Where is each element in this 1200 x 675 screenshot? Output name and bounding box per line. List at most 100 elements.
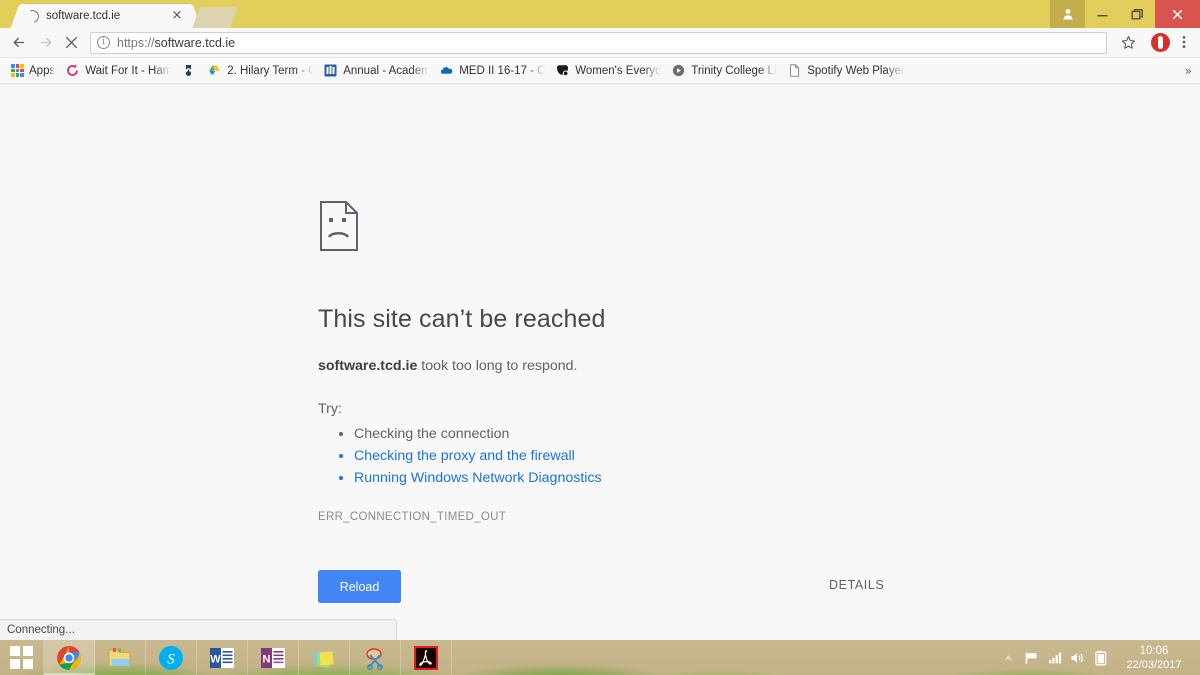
screen: software.tcd.ie × i https://software.tcd… (0, 0, 1200, 675)
taskbar-item-sticky-notes[interactable] (299, 640, 350, 675)
adobe-acrobat-icon (414, 645, 438, 670)
taskbar-item-skype[interactable]: S (146, 640, 197, 675)
start-button[interactable] (0, 640, 44, 675)
play-circle-icon (671, 63, 686, 78)
page-title: This site can’t be reached (318, 305, 606, 333)
suggestion-item-1[interactable]: Checking the proxy and the firewall (354, 445, 938, 467)
action-center-flag-icon[interactable] (1020, 640, 1043, 675)
tab-strip: software.tcd.ie × (0, 0, 1200, 28)
url-scheme: https:// (117, 35, 155, 50)
close-button[interactable] (1155, 0, 1200, 28)
windows-logo-icon (10, 646, 33, 669)
bookmark-item-4[interactable]: MED II 16-17 - OneDr (434, 61, 550, 81)
trinity-crest-icon (323, 63, 338, 78)
stop-x-icon (65, 36, 77, 49)
bookmark-item-7[interactable]: Spotify Web Player (782, 61, 910, 81)
tab-close-icon[interactable]: × (169, 8, 185, 24)
chrome-icon (57, 645, 81, 670)
address-bar[interactable]: i https://software.tcd.ie (90, 31, 1107, 54)
bookmark-item-5[interactable]: Women's Everyday Li (550, 61, 666, 81)
browser-toolbar: i https://software.tcd.ie (0, 28, 1200, 58)
bookmarks-overflow-button[interactable]: » (1185, 64, 1192, 78)
google-drive-icon (207, 63, 222, 78)
bookmark-label-3: Annual - Academic Re (343, 64, 430, 77)
url-host: software.tcd.ie (154, 35, 236, 50)
close-icon (1172, 9, 1183, 19)
file-explorer-icon (108, 647, 130, 666)
bookmark-star-button[interactable] (1115, 30, 1141, 56)
pocket-icon (555, 63, 570, 78)
browser-tab[interactable]: software.tcd.ie × (22, 4, 190, 28)
arrow-left-icon (13, 37, 24, 48)
volume-icon[interactable] (1066, 640, 1089, 675)
opera-vpn-extension-icon[interactable] (1151, 33, 1170, 52)
forward-button[interactable] (32, 30, 58, 56)
maximize-button[interactable] (1120, 0, 1155, 28)
bookmark-item-1[interactable] (176, 61, 202, 81)
suggestion-item-2[interactable]: Running Windows Network Diagnostics (354, 467, 938, 489)
stop-loading-button[interactable] (58, 30, 84, 56)
profile-icon[interactable] (1050, 0, 1085, 28)
page-info-icon[interactable]: i (97, 36, 110, 49)
snipping-tool-icon (366, 647, 384, 670)
error-container: This site can’t be reached software.tcd.… (318, 200, 938, 604)
svg-text:N: N (263, 653, 271, 665)
window-controls (1050, 0, 1200, 28)
bookmark-label-2: 2. Hilary Term - Goog (227, 64, 313, 77)
taskbar-item-word[interactable]: W (197, 640, 248, 675)
onenote-icon: N (261, 647, 285, 668)
bookmark-item-0[interactable]: Wait For It - Hamilton (60, 61, 176, 81)
windows-taskbar: S W N 10:06 22/03/2017 (0, 640, 1200, 675)
bookmarks-bar: Apps Wait For It - Hamilton 2. Hilary Te… (0, 58, 1200, 84)
tab-title: software.tcd.ie (46, 10, 121, 22)
bookmark-apps[interactable]: Apps (6, 61, 60, 81)
restore-icon (1131, 8, 1143, 19)
bookmark-item-3[interactable]: Annual - Academic Re (318, 61, 434, 81)
system-tray: 10:06 22/03/2017 (997, 640, 1200, 675)
person-glyph-icon (1062, 9, 1073, 20)
tab-loading-spinner-icon (23, 7, 42, 25)
bookmark-item-2[interactable]: 2. Hilary Term - Goog (202, 61, 318, 81)
network-bars-icon[interactable] (1043, 640, 1066, 675)
clock[interactable]: 10:06 22/03/2017 (1112, 645, 1200, 671)
bookmark-label-5: Women's Everyday Li (575, 64, 662, 77)
svg-text:W: W (210, 653, 221, 665)
bookmark-icon (181, 63, 196, 78)
bookmark-item-6[interactable]: Trinity College Library (666, 61, 782, 81)
back-button[interactable] (6, 30, 32, 56)
bookmark-apps-label: Apps (29, 64, 56, 77)
reload-button[interactable]: Reload (318, 570, 401, 603)
taskbar-items: S W N (0, 640, 452, 675)
skype-icon: S (159, 645, 183, 670)
suggestion-list: Checking the connection Checking the pro… (354, 423, 938, 489)
tray-expand-chevron-icon[interactable] (997, 640, 1020, 675)
suggestion-item-0: Checking the connection (354, 423, 938, 445)
try-label: Try: (318, 401, 342, 417)
kebab-menu-icon (1182, 35, 1186, 48)
page-icon (787, 63, 802, 78)
bookmark-label-6: Trinity College Library (691, 64, 777, 77)
bookmark-label-7: Spotify Web Player (807, 64, 905, 77)
error-actions: Reload DETAILS (318, 570, 938, 604)
chrome-browser-window: software.tcd.ie × i https://software.tcd… (0, 0, 1200, 640)
clock-date: 22/03/2017 (1126, 658, 1182, 671)
taskbar-item-file-explorer[interactable] (95, 640, 146, 675)
word-icon: W (210, 647, 234, 668)
error-subtitle: software.tcd.ie took too long to respond… (318, 358, 938, 374)
bookmark-label-4: MED II 16-17 - OneDr (459, 64, 545, 77)
chrome-menu-button[interactable] (1174, 34, 1194, 52)
taskbar-item-chrome[interactable] (44, 640, 95, 675)
battery-icon[interactable] (1089, 640, 1112, 675)
taskbar-item-adobe-acrobat[interactable] (401, 640, 452, 675)
sad-page-icon (320, 201, 358, 251)
error-host: software.tcd.ie (318, 358, 418, 374)
arrow-right-icon (40, 37, 51, 48)
status-text: Connecting... (7, 624, 75, 636)
taskbar-item-onenote[interactable]: N (248, 640, 299, 675)
page-content: This site can’t be reached software.tcd.… (0, 85, 1200, 620)
details-button[interactable]: DETAILS (829, 578, 884, 592)
taskbar-item-snipping-tool[interactable] (350, 640, 401, 675)
onedrive-cloud-icon (439, 63, 454, 78)
new-tab-button[interactable] (192, 7, 238, 28)
minimize-button[interactable] (1085, 0, 1120, 28)
